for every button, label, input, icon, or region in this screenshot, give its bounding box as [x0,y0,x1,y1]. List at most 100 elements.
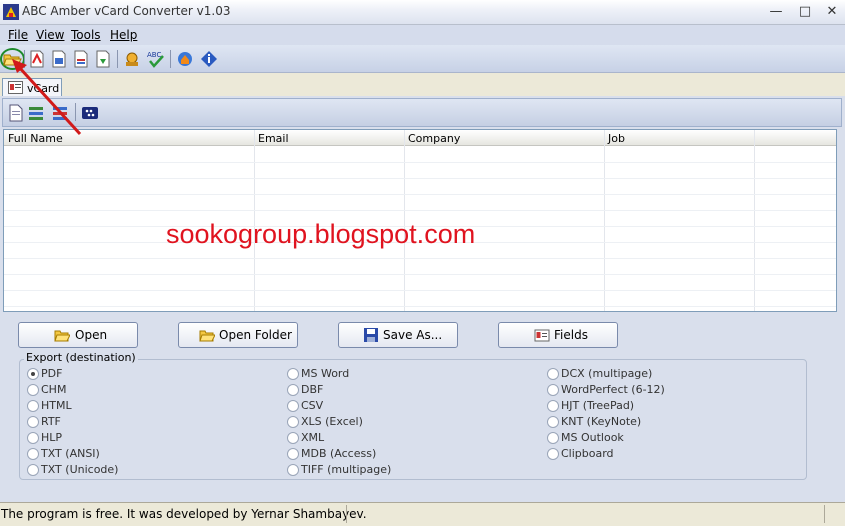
radio-button[interactable] [27,432,39,444]
open-folder-button[interactable]: Open Folder [178,322,298,348]
radio-button[interactable] [287,448,299,460]
open-button[interactable]: Open [18,322,138,348]
grid-line [604,130,605,311]
menu-file[interactable]: File [8,28,28,42]
menu-view[interactable]: View [36,28,64,42]
export-option-label: HTML [41,399,72,412]
export-option-label: HJT (TreePad) [561,399,635,412]
new-document-icon[interactable] [7,104,25,122]
radio-button[interactable] [547,432,559,444]
info-icon[interactable] [199,49,219,69]
grid-line [4,258,836,259]
grid-line [4,210,836,211]
export-option-label: MS Word [301,367,350,380]
export-group-legend: Export (destination) [24,351,138,364]
radio-button[interactable] [27,384,39,396]
radio-button[interactable] [287,400,299,412]
radio-button[interactable] [547,384,559,396]
export-option-label: WordPerfect (6-12) [561,383,665,396]
radio-button[interactable] [547,400,559,412]
column-header-company[interactable]: Company [408,132,460,145]
export-option-label: MDB (Access) [301,447,377,460]
export-option-label: TXT (Unicode) [41,463,119,476]
save-as-button[interactable]: Save As... [338,322,458,348]
open-folder-icon [54,330,70,342]
column-header-job[interactable]: Job [608,132,625,145]
remove-list-icon[interactable] [51,104,69,122]
contact-card-icon [534,329,550,342]
radio-button[interactable] [547,368,559,380]
save-as-button-label: Save As... [383,328,443,342]
export-option-label: PDF [41,367,63,380]
watermark-text: sookogroup.blogspot.com [166,219,476,249]
grid-line [4,306,836,307]
tab-vcard-label: vCard [27,82,60,95]
export-option-label: CHM [41,383,67,396]
grid-line [754,130,755,311]
status-text: The program is free. It was developed by… [1,507,367,521]
export-option-label: HLP [41,431,63,444]
status-pane [346,505,824,523]
contacts-table[interactable]: Full Name Email Company Job sookogroup.b… [3,129,837,312]
minimize-button[interactable]: — [766,3,786,21]
export-option-label: MS Outlook [561,431,624,444]
export-option-label: DCX (multipage) [561,367,653,380]
maximize-button[interactable]: □ [795,3,815,21]
app-icon [3,4,19,20]
toolbar-separator [117,50,118,68]
grid-line [4,178,836,179]
folder-icon [199,330,215,342]
export-option-label: TXT (ANSI) [41,447,100,460]
radio-button[interactable] [287,384,299,396]
radio-button[interactable] [27,368,39,380]
add-list-icon[interactable] [27,104,45,122]
export-option-label: XML [301,431,325,444]
close-button[interactable]: ✕ [822,3,842,21]
menu-tools[interactable]: Tools [71,28,101,42]
radio-button[interactable] [287,368,299,380]
tab-vcard[interactable]: vCard [2,78,62,97]
home-icon[interactable] [175,49,195,69]
radio-button[interactable] [27,400,39,412]
radio-button[interactable] [27,448,39,460]
menu-file-label: File [8,28,29,42]
grid-line [4,194,836,195]
radio-button[interactable] [547,416,559,428]
radio-button[interactable] [547,448,559,460]
column-header-email[interactable]: Email [258,132,289,145]
spellcheck-icon[interactable]: ABC [146,49,166,69]
toolbar-separator [75,103,76,121]
menu-bar: File View Tools Help [0,25,845,45]
menu-help[interactable]: Help [110,28,137,42]
export-option-label: Clipboard [561,447,614,460]
export-group [19,359,807,480]
convert-icon[interactable] [93,49,113,69]
settings-hand-icon[interactable] [122,49,142,69]
fields-button-label: Fields [554,328,588,342]
vcard-icon [8,81,23,94]
export-option-label: DBF [301,383,324,396]
menu-help-label: Help [110,28,138,42]
rtf-export-icon[interactable] [71,49,91,69]
chm-export-icon[interactable] [49,49,69,69]
radio-button[interactable] [287,464,299,476]
toolbar-separator [170,50,171,68]
radio-button[interactable] [27,464,39,476]
grid-line [4,290,836,291]
fields-button[interactable]: Fields [498,322,618,348]
radio-button[interactable] [287,416,299,428]
open-folder-icon[interactable] [2,49,22,69]
window-title: ABC Amber vCard Converter v1.03 [22,4,231,18]
main-panel: Full Name Email Company Job sookogroup.b… [0,96,845,502]
column-header-full-name[interactable]: Full Name [8,132,63,145]
tab-strip: vCard [0,73,845,97]
blackberry-icon[interactable] [81,104,99,122]
export-option-label: TIFF (multipage) [301,463,392,476]
radio-button[interactable] [287,432,299,444]
pdf-export-icon[interactable] [27,49,47,69]
title-bar: ABC Amber vCard Converter v1.03 — □ ✕ [0,0,845,25]
menu-view-label: View [36,28,65,42]
radio-button[interactable] [27,416,39,428]
grid-line [4,274,836,275]
status-pane [824,505,845,523]
